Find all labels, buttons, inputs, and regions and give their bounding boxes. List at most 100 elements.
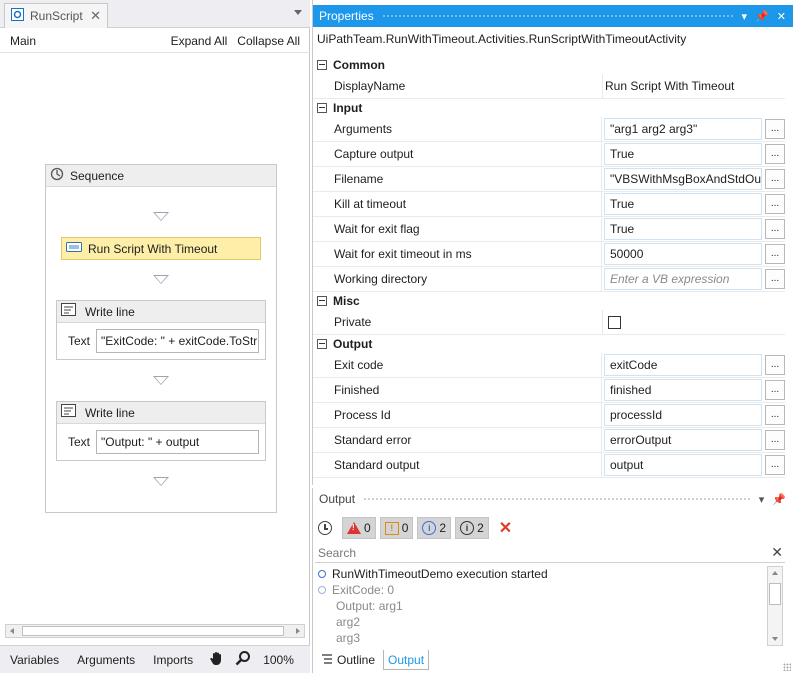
ellipsis-button[interactable]: ... — [765, 119, 785, 139]
finished-input[interactable]: finished — [604, 379, 762, 401]
search-input[interactable]: Search — [318, 546, 356, 560]
property-name: Working directory — [334, 272, 428, 286]
wait-for-exit-timeout-input[interactable]: 50000 — [604, 243, 762, 265]
ellipsis-button[interactable]: ... — [765, 355, 785, 375]
property-row: Standard output output... — [313, 453, 785, 478]
ellipsis-button[interactable]: ... — [765, 405, 785, 425]
category-input[interactable]: Input — [313, 99, 785, 117]
standard-output-input[interactable]: output — [604, 454, 762, 476]
pin-icon[interactable]: 📌 — [772, 493, 786, 506]
ellipsis-button[interactable]: ... — [765, 169, 785, 189]
dropdown-icon[interactable]: ▾ — [742, 10, 748, 23]
exit-code-input[interactable]: exitCode — [604, 354, 762, 376]
kill-at-timeout-input[interactable]: True — [604, 193, 762, 215]
ellipsis-button[interactable]: ... — [765, 194, 785, 214]
tab-output[interactable]: Output — [383, 650, 430, 670]
category-misc[interactable]: Misc — [313, 292, 785, 310]
horizontal-scrollbar[interactable] — [5, 624, 305, 638]
output-search[interactable]: Search ✕ — [315, 543, 785, 563]
pin-icon[interactable]: 📌 — [755, 10, 769, 23]
workflow-icon — [11, 8, 24, 24]
scroll-down-icon[interactable] — [772, 637, 778, 641]
close-icon[interactable]: ✕ — [90, 8, 101, 24]
breadcrumb[interactable]: Main — [10, 34, 36, 48]
arguments-tab[interactable]: Arguments — [77, 653, 135, 667]
log-entry[interactable]: arg2 — [318, 614, 763, 630]
run-script-with-timeout-activity[interactable]: Run Script With Timeout — [61, 237, 261, 260]
scroll-thumb[interactable] — [769, 583, 781, 605]
sequence-header: Sequence — [46, 165, 276, 187]
ellipsis-button[interactable]: ... — [765, 269, 785, 289]
trace-filter-button[interactable]: i 2 — [455, 517, 489, 539]
drop-target-arrow-icon[interactable] — [153, 212, 169, 221]
ellipsis-button[interactable]: ... — [765, 219, 785, 239]
clear-search-icon[interactable]: ✕ — [771, 544, 783, 561]
variables-tab[interactable]: Variables — [10, 653, 59, 667]
filename-input[interactable]: "VBSWithMsgBoxAndStdOut — [604, 168, 762, 190]
ellipsis-button[interactable]: ... — [765, 244, 785, 264]
warnings-filter-button[interactable]: ! 0 — [379, 517, 414, 539]
process-id-input[interactable]: processId — [604, 404, 762, 426]
collapse-icon[interactable] — [317, 339, 327, 349]
log-entry[interactable]: ExitCode: 0 — [318, 582, 763, 598]
ellipsis-button[interactable]: ... — [765, 455, 785, 475]
property-name: Filename — [334, 172, 384, 186]
activity-title: Write line — [85, 304, 135, 319]
collapse-all-button[interactable]: Collapse All — [237, 34, 300, 48]
ellipsis-button[interactable]: ... — [765, 144, 785, 164]
category-common[interactable]: Common — [313, 56, 785, 74]
standard-error-input[interactable]: errorOutput — [604, 429, 762, 451]
zoom-level[interactable]: 100% — [263, 653, 294, 667]
ellipsis-button[interactable]: ... — [765, 380, 785, 400]
expand-all-button[interactable]: Expand All — [171, 34, 228, 48]
write-line-activity[interactable]: Write line Text "ExitCode: " + exitCode.… — [56, 300, 266, 360]
drop-target-arrow-icon[interactable] — [153, 376, 169, 385]
title-grip — [363, 496, 751, 502]
collapse-icon[interactable] — [317, 296, 327, 306]
private-checkbox[interactable] — [608, 315, 621, 329]
property-row: Private — [313, 310, 785, 335]
close-icon[interactable]: ✕ — [777, 10, 786, 23]
vertical-scrollbar[interactable] — [767, 566, 783, 646]
working-directory-input[interactable]: Enter a VB expression — [604, 268, 762, 290]
log-entry[interactable]: Output: arg1 — [318, 598, 763, 614]
document-tab-runscript[interactable]: RunScript ✕ — [4, 3, 108, 28]
scroll-left-icon[interactable] — [10, 628, 14, 634]
wait-for-exit-flag-input[interactable]: True — [604, 218, 762, 240]
displayname-value[interactable]: Run Script With Timeout — [605, 79, 734, 93]
capture-output-input[interactable]: True — [604, 143, 762, 165]
write-line-icon — [61, 404, 77, 421]
text-expression-input[interactable]: "ExitCode: " + exitCode.ToStr — [96, 329, 260, 353]
resize-grip-icon[interactable] — [783, 663, 791, 671]
zoom-icon[interactable] — [235, 650, 251, 669]
tab-outline[interactable]: Outline — [317, 650, 379, 670]
text-expression-input[interactable]: "Output: " + output — [96, 430, 260, 454]
info-filter-button[interactable]: i 2 — [417, 517, 452, 539]
write-line-activity[interactable]: Write line Text "Output: " + output — [56, 401, 266, 461]
tab-dropdown-icon[interactable] — [294, 10, 302, 15]
clear-all-icon[interactable]: ✕ — [499, 518, 512, 538]
log-entry[interactable]: arg3 — [318, 630, 763, 646]
designer-bottom-bar: Variables Arguments Imports 100% — [0, 645, 310, 673]
log-entry[interactable]: RunWithTimeoutDemo execution started — [318, 566, 763, 582]
scroll-thumb[interactable] — [22, 626, 284, 636]
drop-target-arrow-icon[interactable] — [153, 477, 169, 486]
info-icon — [318, 570, 326, 578]
scroll-up-icon[interactable] — [772, 571, 778, 575]
collapse-icon[interactable] — [317, 60, 327, 70]
drop-target-arrow-icon[interactable] — [153, 275, 169, 284]
trace-icon: i — [460, 521, 475, 535]
property-name: Wait for exit timeout in ms — [334, 247, 472, 261]
scroll-right-icon[interactable] — [296, 628, 300, 634]
category-output[interactable]: Output — [313, 335, 785, 353]
errors-filter-button[interactable]: 0 — [342, 517, 376, 539]
collapse-icon[interactable] — [317, 103, 327, 113]
category-label: Output — [333, 337, 373, 351]
timestamp-toggle-icon[interactable] — [318, 521, 332, 535]
ellipsis-button[interactable]: ... — [765, 430, 785, 450]
info-icon — [318, 586, 326, 594]
pan-hand-icon[interactable] — [209, 650, 225, 669]
imports-tab[interactable]: Imports — [153, 653, 193, 667]
arguments-input[interactable]: "arg1 arg2 arg3" — [604, 118, 762, 140]
dropdown-icon[interactable]: ▾ — [759, 493, 765, 506]
